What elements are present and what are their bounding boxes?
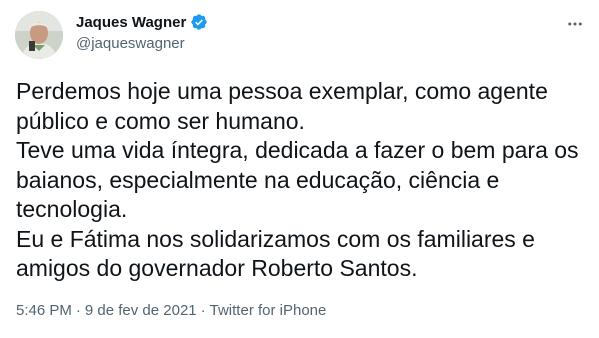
author-avatar[interactable] xyxy=(15,11,63,59)
more-options-button[interactable] xyxy=(563,12,587,36)
meta-separator: · xyxy=(75,302,81,319)
tweet-meta: 5:46 PM · 9 de fev de 2021 · Twitter for… xyxy=(16,302,326,319)
author-handle[interactable]: @jaqueswagner xyxy=(76,35,185,52)
verified-badge-icon xyxy=(191,14,207,30)
author-name[interactable]: Jaques Wagner xyxy=(76,14,186,31)
tweet-card: Jaques Wagner @jaqueswagner Perdemos hoj… xyxy=(0,0,599,338)
profile-photo xyxy=(15,11,63,59)
more-options-icon xyxy=(568,22,582,26)
meta-separator: · xyxy=(200,302,206,319)
tweet-text: Perdemos hoje uma pessoa exemplar, como … xyxy=(16,78,579,281)
tweet-time[interactable]: 5:46 PM xyxy=(16,302,72,319)
tweet-date[interactable]: 9 de fev de 2021 xyxy=(85,302,197,319)
author-name-row: Jaques Wagner xyxy=(76,13,208,31)
tweet-source[interactable]: Twitter for iPhone xyxy=(210,302,327,319)
